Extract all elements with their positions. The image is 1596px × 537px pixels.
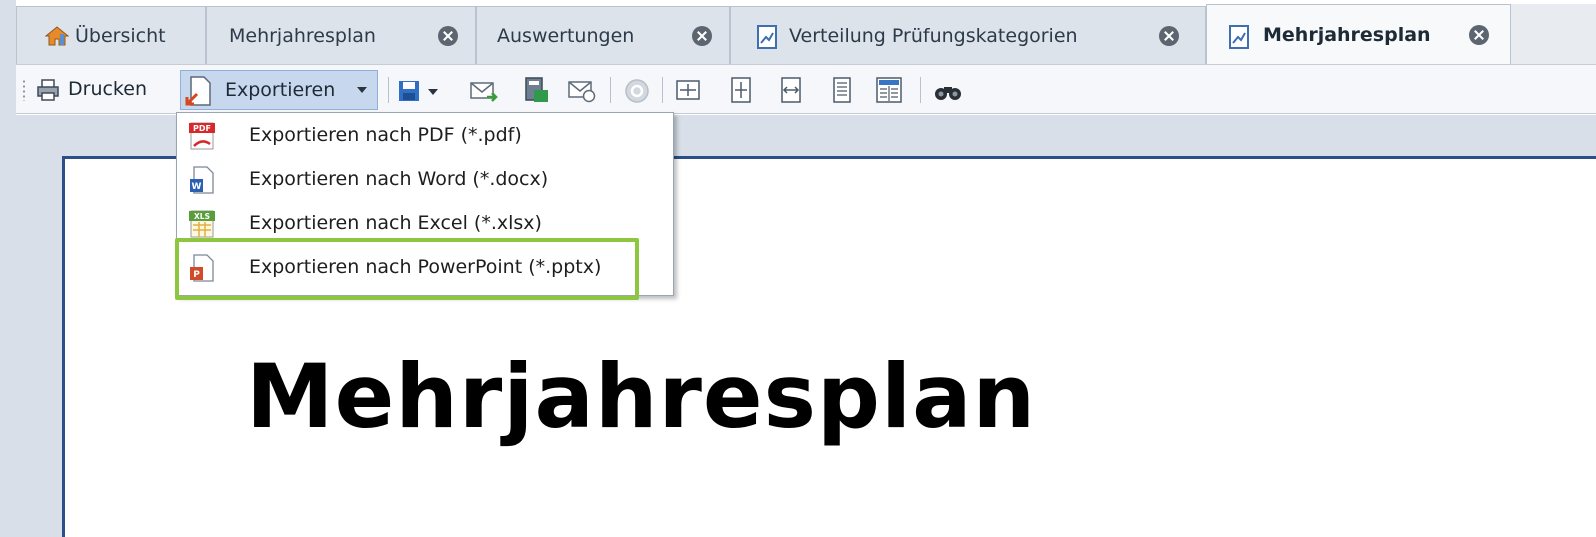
powerpoint-icon: P: [190, 254, 214, 282]
excel-icon-text: XLS: [194, 212, 210, 221]
multi-page-icon[interactable]: [876, 77, 902, 103]
word-icon-text: W: [192, 182, 202, 192]
tab-verteilung-pruefungskategorien[interactable]: Verteilung Prüfungskategorien: [730, 6, 1206, 64]
menu-item-export-excel[interactable]: XLS Exportieren nach Excel (*.xlsx): [177, 203, 673, 245]
word-icon: W: [190, 166, 214, 194]
report-viewer-window: Übersicht Mehrjahresplan Auswertungen Ve…: [0, 0, 1596, 537]
close-icon[interactable]: [1469, 24, 1489, 45]
excel-icon: XLS: [189, 210, 215, 238]
export-label: Exportieren: [225, 79, 336, 101]
menu-item-export-pdf[interactable]: PDF Exportieren nach PDF (*.pdf): [177, 115, 673, 157]
tab-label: Verteilung Prüfungskategorien: [789, 24, 1078, 47]
email-settings-icon[interactable]: [568, 79, 596, 103]
menu-item-export-word[interactable]: W Exportieren nach Word (*.docx): [177, 159, 673, 201]
export-button[interactable]: Exportieren: [180, 70, 378, 110]
tab-label: Übersicht: [75, 24, 166, 47]
toolbar-grip[interactable]: [22, 79, 26, 101]
print-label: Drucken: [68, 78, 147, 100]
printer-icon: [37, 79, 59, 101]
close-icon[interactable]: [1159, 25, 1179, 46]
left-edge: [0, 0, 16, 537]
export-excel-icon[interactable]: [524, 76, 550, 104]
menu-item-export-powerpoint[interactable]: P Exportieren nach PowerPoint (*.pptx): [177, 247, 673, 289]
pdf-icon: PDF: [189, 122, 215, 150]
pdf-icon-text: PDF: [193, 124, 211, 133]
single-page-icon[interactable]: [832, 77, 852, 103]
report-icon: [757, 25, 777, 49]
powerpoint-icon-text: P: [193, 270, 200, 280]
close-icon[interactable]: [438, 25, 458, 46]
refresh-icon[interactable]: [624, 78, 650, 104]
menu-item-label: Exportieren nach Word (*.docx): [249, 168, 549, 190]
email-send-icon[interactable]: [470, 79, 498, 103]
menu-item-label: Exportieren nach PDF (*.pdf): [249, 124, 522, 146]
toolbar: Drucken Exportieren: [16, 64, 1596, 114]
toolbar-separator: [610, 77, 611, 103]
tab-mehrjahresplan-report[interactable]: Mehrjahresplan: [1206, 4, 1512, 64]
home-icon: [45, 26, 69, 46]
fit-width-icon[interactable]: [780, 77, 802, 103]
chevron-down-icon: [357, 87, 367, 93]
tab-label: Mehrjahresplan: [229, 24, 376, 47]
tab-auswertungen[interactable]: Auswertungen: [476, 6, 730, 64]
close-icon[interactable]: [692, 25, 712, 46]
chevron-down-icon[interactable]: [428, 89, 438, 95]
tab-overview[interactable]: Übersicht: [16, 6, 206, 64]
export-document-icon: [185, 76, 211, 106]
export-menu: PDF Exportieren nach PDF (*.pdf) W Expor…: [176, 112, 674, 296]
report-icon: [1229, 25, 1249, 49]
report-title: Mehrjahresplan: [246, 345, 1037, 448]
zoom-page-icon[interactable]: [676, 79, 700, 101]
tab-strip-filler: [1510, 4, 1596, 64]
save-icon[interactable]: [398, 80, 420, 102]
fit-page-icon[interactable]: [730, 77, 752, 103]
tab-mehrjahresplan[interactable]: Mehrjahresplan: [206, 6, 476, 64]
search-binoculars-icon[interactable]: [934, 81, 962, 101]
tab-label: Mehrjahresplan: [1263, 23, 1431, 46]
print-button[interactable]: Drucken: [34, 70, 170, 110]
toolbar-separator: [662, 77, 663, 103]
toolbar-separator: [920, 77, 921, 103]
menu-item-label: Exportieren nach PowerPoint (*.pptx): [249, 256, 602, 278]
menu-item-label: Exportieren nach Excel (*.xlsx): [249, 212, 542, 234]
tab-label: Auswertungen: [497, 24, 635, 47]
tab-strip: Übersicht Mehrjahresplan Auswertungen Ve…: [0, 0, 1596, 537]
toolbar-separator: [388, 77, 389, 103]
